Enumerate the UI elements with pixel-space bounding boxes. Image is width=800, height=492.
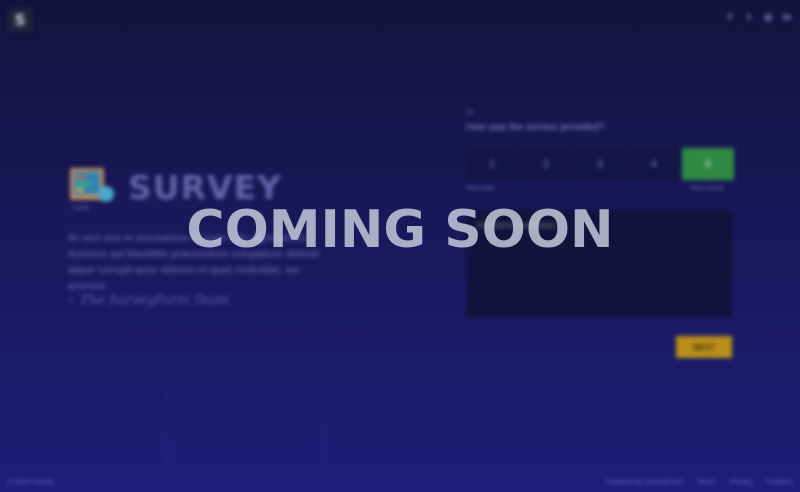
next-button[interactable]: NEXT [676, 336, 732, 358]
divider [166, 320, 167, 470]
social-links: f t ◎ in [725, 12, 792, 23]
divider [322, 320, 323, 470]
rating-scale: 1 2 3 4 5 [466, 148, 734, 180]
footer-link[interactable]: Terms [697, 479, 716, 486]
footer-link[interactable]: Privacy [730, 479, 753, 486]
copyright: © 2022 Survey [8, 479, 55, 486]
signature-dash [68, 300, 74, 301]
facebook-icon[interactable]: f [725, 12, 735, 22]
footer-link[interactable]: Powered by SurveyForm [606, 479, 683, 486]
linkedin-icon[interactable]: in [782, 12, 792, 22]
rating-option-1[interactable]: 1 [466, 148, 518, 180]
scale-high-label: Very Good [690, 185, 724, 192]
rating-option-2[interactable]: 2 [520, 148, 572, 180]
signature: The SurveyForm Team [80, 293, 229, 308]
question-text: How was the service provided? [466, 122, 605, 133]
rating-option-3[interactable]: 3 [574, 148, 626, 180]
logo[interactable]: S [8, 8, 32, 32]
footer-link[interactable]: Cookies [767, 479, 792, 486]
coming-soon-overlay: COMING SOON [186, 200, 614, 260]
footer-links: Powered by SurveyForm Terms Privacy Cook… [606, 479, 792, 486]
rating-option-5[interactable]: 5 [682, 148, 734, 180]
scale-low-label: Very bad [466, 185, 494, 192]
question-number: Q1 [466, 110, 475, 116]
instagram-icon[interactable]: ◎ [763, 12, 773, 22]
rating-option-4[interactable]: 4 [628, 148, 680, 180]
twitter-icon[interactable]: t [744, 12, 754, 22]
